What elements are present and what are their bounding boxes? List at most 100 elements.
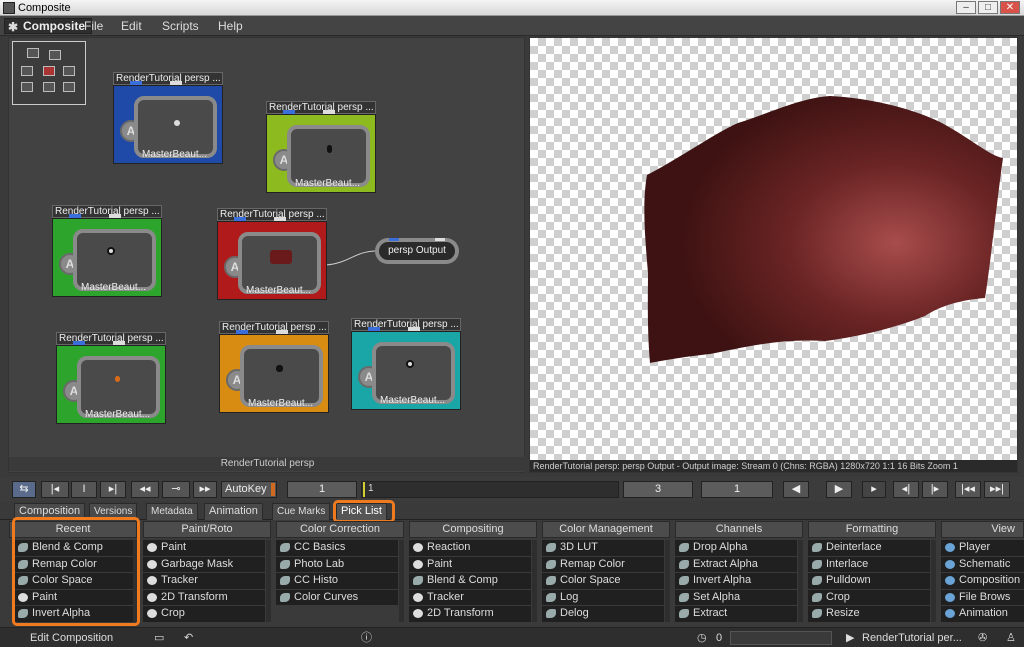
list-item[interactable]: CC Basics xyxy=(276,540,398,557)
node-render-1[interactable]: RenderTutorial persp ... A MasterBeaut..… xyxy=(113,72,223,164)
list-item[interactable]: CC Histo xyxy=(276,573,398,590)
list-item[interactable]: Extract xyxy=(675,606,797,622)
list-item[interactable]: Paint xyxy=(143,540,265,557)
set-in-button[interactable]: I xyxy=(71,481,97,498)
list-item[interactable]: Log xyxy=(542,589,664,607)
list-item[interactable]: Interlace xyxy=(808,556,930,574)
node-render-7[interactable]: RenderTutorial persp ... A MasterBeaut..… xyxy=(351,318,461,410)
brand-label: Composite xyxy=(23,19,86,33)
play-backward-button[interactable]: ◀ xyxy=(783,481,809,498)
column-header: Formatting xyxy=(808,521,936,538)
list-item[interactable]: Schematic xyxy=(941,556,1024,574)
list-item[interactable]: Crop xyxy=(808,589,930,607)
next-frame-button[interactable]: |▸ xyxy=(922,481,948,498)
menu-help[interactable]: Help xyxy=(218,18,243,34)
image-viewer[interactable]: RenderTutorial persp: persp Output - Out… xyxy=(529,37,1018,473)
column-color-correction: Color Correction CC Basics Photo Lab CC … xyxy=(276,521,404,622)
tab-animation[interactable]: Animation xyxy=(204,503,263,520)
node-render-6[interactable]: RenderTutorial persp ... A MasterBeaut..… xyxy=(219,321,329,413)
reel-icon[interactable]: ✇ xyxy=(978,630,987,646)
maximize-button[interactable]: □ xyxy=(978,1,998,14)
start-frame-field[interactable]: 1 xyxy=(287,481,357,498)
list-item[interactable]: Blend & Comp xyxy=(409,573,531,590)
list-item[interactable]: Crop xyxy=(143,606,265,622)
list-item[interactable]: Color Curves xyxy=(276,589,398,607)
current-frame-field[interactable]: 3 xyxy=(623,481,693,498)
node-render-2[interactable]: RenderTutorial persp ... A MasterBeaut..… xyxy=(266,101,376,193)
output-node[interactable]: persp Output xyxy=(375,238,459,264)
column-scrollbar[interactable] xyxy=(665,540,670,622)
list-item[interactable]: Animation xyxy=(941,606,1024,622)
node-label: MasterBeaut... xyxy=(85,409,151,420)
column-scrollbar[interactable] xyxy=(399,540,404,622)
list-item[interactable]: Paint xyxy=(409,556,531,574)
menu-scripts[interactable]: Scripts xyxy=(162,18,199,34)
list-item[interactable]: Tracker xyxy=(143,573,265,590)
list-item[interactable]: Drop Alpha xyxy=(675,540,797,557)
node-render-3[interactable]: RenderTutorial persp ... A MasterBeaut..… xyxy=(52,205,162,297)
close-button[interactable]: ✕ xyxy=(1000,1,1020,14)
list-item[interactable]: 3D LUT xyxy=(542,540,664,557)
list-item[interactable]: Invert Alpha xyxy=(675,573,797,590)
go-start-button[interactable]: |◂ xyxy=(41,481,69,498)
last-frame-button[interactable]: ▸▸| xyxy=(984,481,1010,498)
list-item[interactable]: 2D Transform xyxy=(143,589,265,607)
prev-key-button[interactable]: ◂◂ xyxy=(131,481,159,498)
column-formatting: Formatting Deinterlace Interlace Pulldow… xyxy=(808,521,936,622)
list-item[interactable]: Garbage Mask xyxy=(143,556,265,574)
tab-metadata[interactable]: Metadata xyxy=(146,503,198,520)
graph-label: RenderTutorial persp xyxy=(9,457,526,471)
timeline-slider[interactable]: 1 xyxy=(361,481,619,498)
loop-toggle-button[interactable]: ⇆ xyxy=(12,481,36,498)
list-item[interactable]: Photo Lab xyxy=(276,556,398,574)
list-item[interactable]: Extract Alpha xyxy=(675,556,797,574)
column-scrollbar[interactable] xyxy=(798,540,803,622)
menu-edit[interactable]: Edit xyxy=(121,18,142,34)
render-play-icon[interactable]: ▶ xyxy=(846,630,854,646)
list-item[interactable]: Reaction xyxy=(409,540,531,557)
node-label: MasterBeaut... xyxy=(142,149,208,160)
info-icon[interactable]: ⓘ xyxy=(361,630,372,646)
list-item[interactable]: Resize xyxy=(808,606,930,622)
list-item[interactable]: Color Space xyxy=(542,573,664,590)
list-item[interactable]: Set Alpha xyxy=(675,589,797,607)
tab-cue-marks[interactable]: Cue Marks xyxy=(272,503,331,520)
node-render-5[interactable]: RenderTutorial persp ... A MasterBeaut..… xyxy=(56,332,166,424)
undo-icon[interactable]: ↶ xyxy=(184,630,193,646)
list-item[interactable]: Pulldown xyxy=(808,573,930,590)
user-icon[interactable]: ♙ xyxy=(1006,630,1016,646)
column-scrollbar[interactable] xyxy=(931,540,936,622)
column-header: Paint/Roto xyxy=(143,521,271,538)
list-item[interactable]: File Brows xyxy=(941,589,1024,607)
go-end-button[interactable]: ▸| xyxy=(100,481,126,498)
statusbar: Edit Composition ▭ ↶ ⓘ ◷ 0 ▶ RenderTutor… xyxy=(0,627,1024,647)
status-text: Edit Composition xyxy=(30,632,114,644)
minimize-button[interactable]: – xyxy=(956,1,976,14)
next-key-button[interactable]: ▸▸ xyxy=(193,481,217,498)
end-frame-field[interactable]: 1 xyxy=(701,481,773,498)
node-render-4[interactable]: RenderTutorial persp ... A MasterBeaut..… xyxy=(217,208,327,300)
schematic-graph[interactable]: RenderTutorial persp ... A MasterBeaut..… xyxy=(8,37,526,473)
autokey-button[interactable]: AutoKey xyxy=(221,481,277,498)
list-item[interactable]: Tracker xyxy=(409,589,531,607)
list-item[interactable]: Player xyxy=(941,540,1024,557)
column-scrollbar[interactable] xyxy=(266,540,271,622)
app-icon xyxy=(3,2,15,14)
key-icon[interactable]: ⊸ xyxy=(162,481,190,498)
layout-icon[interactable]: ▭ xyxy=(154,630,164,646)
node-label: MasterBeaut... xyxy=(380,395,446,406)
first-frame-button[interactable]: |◂◂ xyxy=(955,481,981,498)
menu-file[interactable]: File xyxy=(84,18,103,34)
column-color-management: Color Management 3D LUT Remap Color Colo… xyxy=(542,521,670,622)
slider-cursor[interactable] xyxy=(363,482,365,497)
list-item[interactable]: Delog xyxy=(542,606,664,622)
list-item[interactable]: Remap Color xyxy=(542,556,664,574)
column-scrollbar[interactable] xyxy=(532,540,537,622)
list-item[interactable]: Composition xyxy=(941,573,1024,590)
list-item[interactable]: 2D Transform xyxy=(409,606,531,622)
step-button[interactable]: ▸ xyxy=(862,481,886,498)
list-item[interactable]: Deinterlace xyxy=(808,540,930,557)
prev-frame-button[interactable]: ◂| xyxy=(893,481,919,498)
composite-brand-button[interactable]: ✱ Composite xyxy=(4,18,93,34)
play-forward-button[interactable]: ▶ xyxy=(826,481,852,498)
